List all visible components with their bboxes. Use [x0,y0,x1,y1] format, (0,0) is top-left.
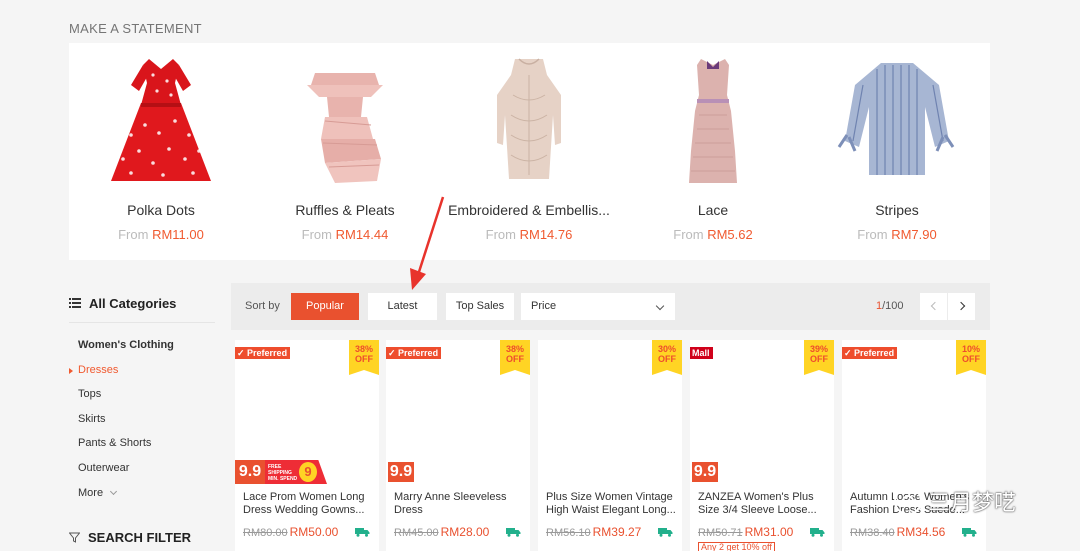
product-price: RM38.40 RM34.56 [850,525,946,539]
discount-badge: 10% OFF [956,340,986,375]
category-polka-dots[interactable]: Polka Dots From RM11.00 [69,43,253,260]
promo-tag: Any 2 get 10% off [698,542,775,551]
product-title: ZANZEA Women's Plus Size 3/4 Sleeve Loos… [698,491,817,516]
filter-icon [69,532,80,543]
sidebar-item-tops[interactable]: Tops [78,382,217,407]
product-title: Lace Prom Women Long Dress Wedding Gowns… [243,491,365,516]
sort-latest-button[interactable]: Latest [368,293,437,320]
chevron-left-icon [930,301,940,311]
preferred-badge: ✓ Preferred [235,347,291,359]
sale-99-badge: 9.9 [386,460,416,484]
product-card[interactable]: Mall 39% OFF 9.9 ZANZEA Women's Plus Size… [690,340,834,551]
sidebar-item-womens-clothing[interactable]: Women's Clothing [78,333,217,358]
discount-badge: 38% OFF [500,340,530,375]
chevron-down-icon [110,487,118,495]
category-name: Embroidered & Embellis... [448,202,610,218]
chevron-down-icon [655,301,665,311]
category-price: From RM11.00 [118,227,204,242]
discount-badge: 39% OFF [804,340,834,375]
sidebar-item-pants-shorts[interactable]: Pants & Shorts [78,431,217,456]
product-price: RM50.71 RM31.00 [698,525,794,539]
shipping-truck-icon [658,528,673,537]
wechat-logo-icon [894,487,922,515]
product-title: Plus Size Women Vintage High Waist Elega… [546,491,676,516]
category-name: Polka Dots [127,202,195,218]
sidebar-item-skirts[interactable]: Skirts [78,407,217,432]
category-ruffles-pleats[interactable]: Ruffles & Pleats From RM14.44 [253,43,437,260]
product-price: RM80.00 RM50.00 [243,525,339,539]
category-price: From RM14.44 [301,227,389,242]
category-embroidered[interactable]: Embroidered & Embellis... From RM14.76 [437,43,621,260]
product-card[interactable]: ✓ Preferred 10% OFF Autumn Loose Women's … [842,340,986,551]
free-shipping-badge: FREE SHIPPING MIN. SPEND 9 [265,460,327,484]
shipping-truck-icon [810,528,825,537]
category-price: From RM14.76 [485,227,573,242]
list-icon [69,298,81,308]
mall-badge: Mall [690,347,713,359]
discount-badge: 30% OFF [652,340,682,375]
polka-dot-dress-image [111,59,211,181]
category-price: From RM7.90 [857,227,937,242]
statement-categories: Polka Dots From RM11.00 Ruffles & Pleats… [69,43,990,260]
product-card[interactable]: 30% OFF Plus Size Women Vintage High Wais… [538,340,682,551]
shipping-truck-icon [962,528,977,537]
category-name: Stripes [875,202,919,218]
divider [69,322,215,323]
next-page-button[interactable] [948,293,975,320]
sort-popular-button[interactable]: Popular [291,293,359,320]
sort-by-label: Sort by [245,300,280,312]
embroidered-dress-image [497,58,561,179]
category-stripes[interactable]: Stripes From RM7.90 [805,43,989,260]
shipping-truck-icon [355,528,370,537]
preferred-badge: ✓ Preferred [386,347,442,359]
all-categories-heading[interactable]: All Categories [69,290,217,316]
lace-dress-image [689,59,737,183]
sort-bar: Sort by Popular Latest Top Sales Price 1… [231,283,990,330]
ruffle-dress-image [307,73,383,183]
chevron-right-icon [956,301,966,311]
watermark: 三月梦呓 [892,485,1016,517]
product-price: RM56.10 RM39.27 [546,525,642,539]
sale-99-badge: 9.9 [690,460,720,484]
page-indicator: 1/100 [876,300,904,312]
sale-99-badge: 9.9 [235,460,265,484]
product-title: Marry Anne Sleeveless Dress [394,491,507,516]
sidebar-item-outerwear[interactable]: Outerwear [78,456,217,481]
section-title: MAKE A STATEMENT [69,21,202,36]
product-card[interactable]: ✓ Preferred 38% OFF 9.9 FREE SHIPPING MIN… [235,340,379,551]
sidebar-item-dresses[interactable]: Dresses [69,358,217,383]
price-sort-select[interactable]: Price [521,293,675,320]
search-filter-heading: SEARCH FILTER [69,530,191,545]
category-price: From RM5.62 [673,227,753,242]
category-name: Lace [697,202,729,218]
prev-page-button[interactable] [920,293,947,320]
shipping-truck-icon [506,528,521,537]
sort-top-sales-button[interactable]: Top Sales [446,293,514,320]
discount-badge: 38% OFF [349,340,379,375]
preferred-badge: ✓ Preferred [842,347,898,359]
striped-top-image [837,63,955,175]
category-name: Ruffles & Pleats [295,202,395,218]
sidebar-item-more[interactable]: More [78,481,217,506]
category-lace[interactable]: Lace From RM5.62 [621,43,805,260]
product-price: RM45.00 RM28.00 [394,525,490,539]
category-sidebar: All Categories Women's Clothing Dresses … [69,290,217,545]
product-card[interactable]: ✓ Preferred 38% OFF 9.9 Marry Anne Sleeve… [386,340,530,551]
